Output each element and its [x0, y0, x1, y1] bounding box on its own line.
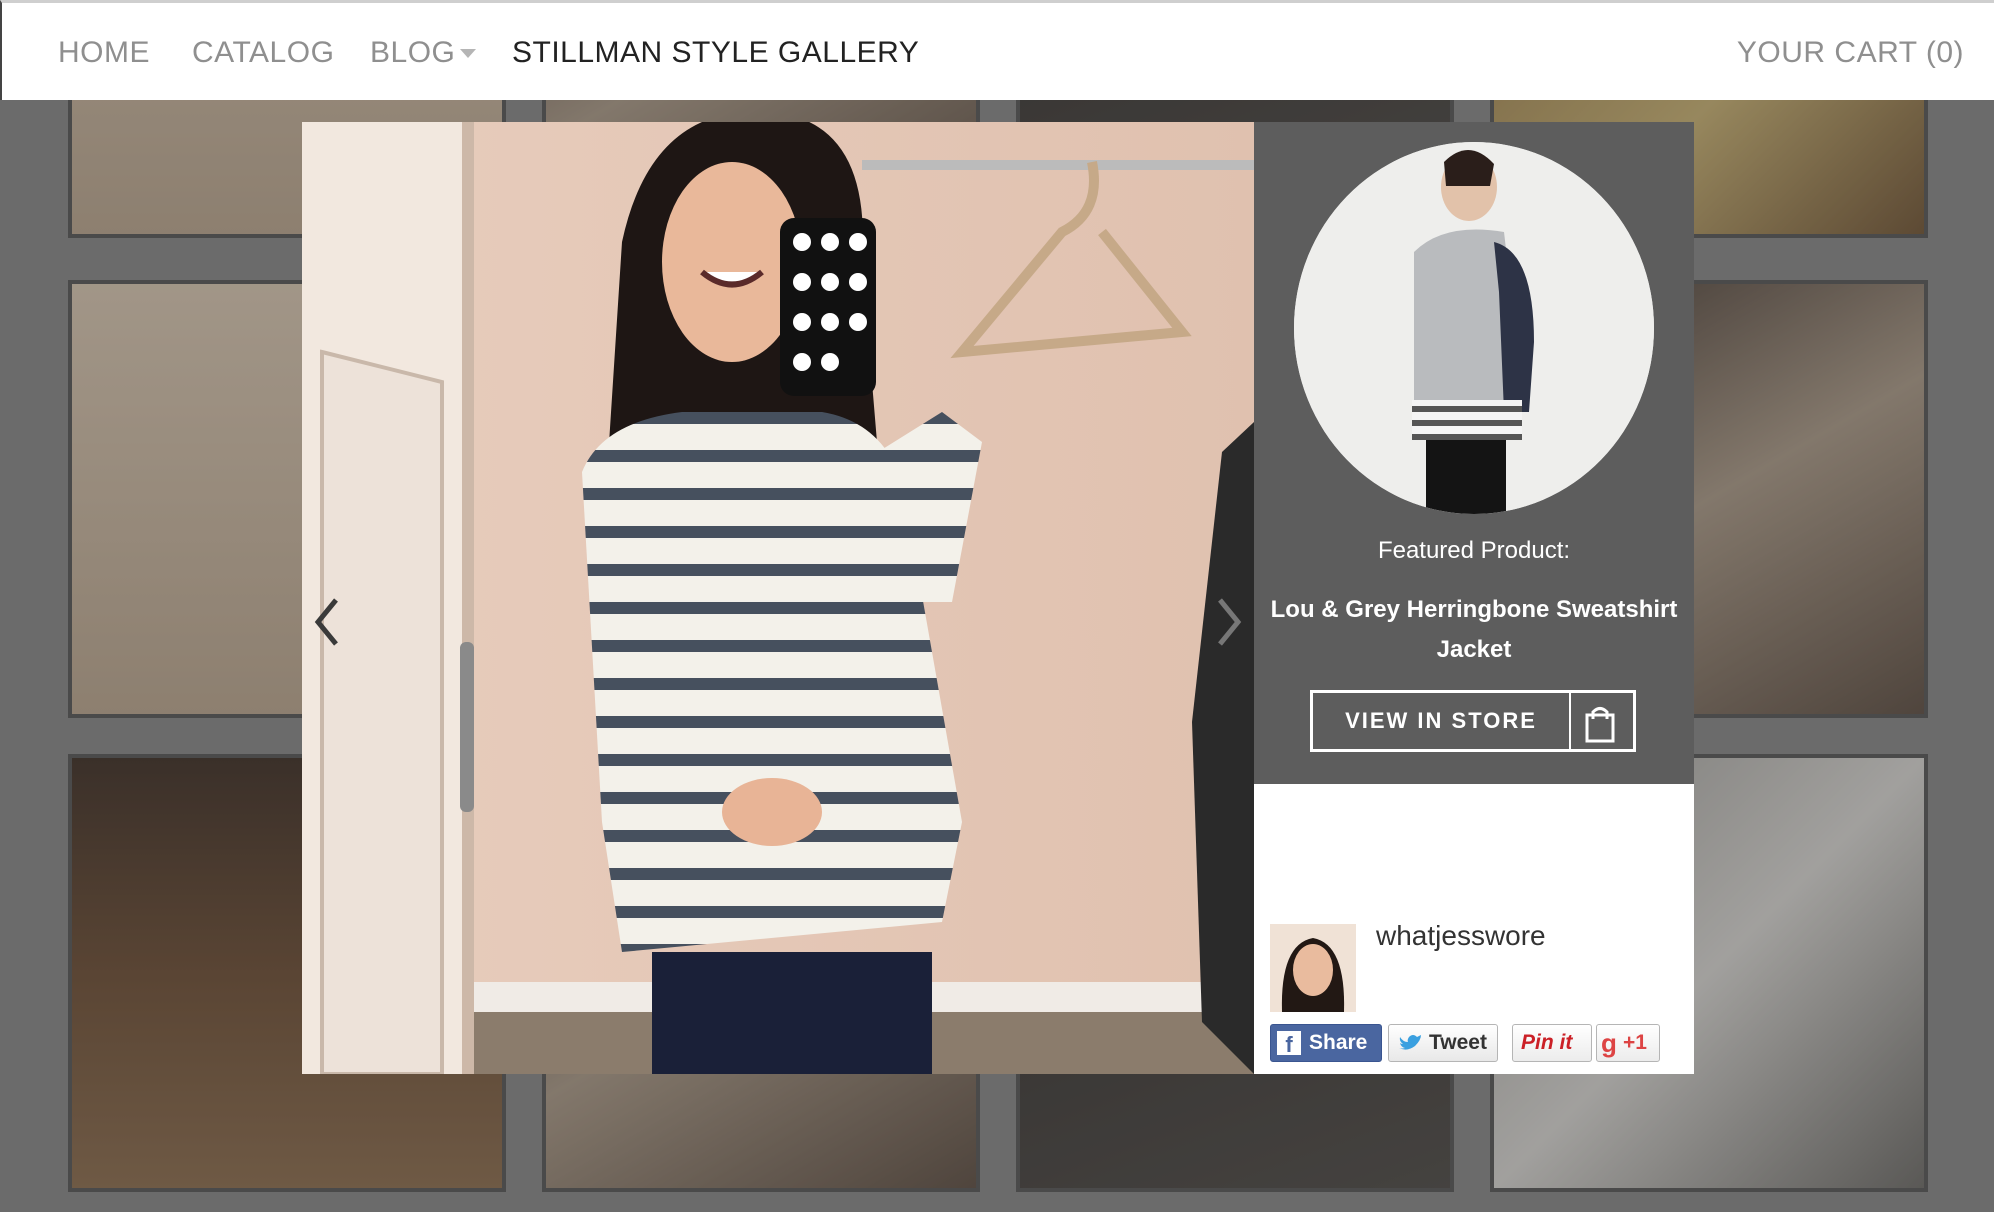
nav-home-link[interactable]: HOME [58, 36, 150, 70]
previous-photo-button[interactable] [308, 582, 348, 662]
gallery-photo [302, 122, 1254, 1074]
featured-product-label: Featured Product: [1377, 537, 1571, 564]
avatar[interactable] [1270, 924, 1356, 1012]
product-image[interactable] [1294, 142, 1654, 514]
google-plus-icon: g [1601, 1028, 1617, 1058]
pinterest-pin-label: Pin it [1521, 1031, 1573, 1054]
shopping-bag-icon [1585, 707, 1615, 743]
outfit-photo [302, 122, 1254, 1074]
product-photo [1294, 142, 1654, 514]
chevron-down-icon[interactable] [460, 49, 476, 58]
chevron-right-icon [1218, 598, 1242, 646]
facebook-share-button[interactable]: f Share [1270, 1024, 1382, 1062]
top-navigation: HOME CATALOG BLOG STILLMAN STYLE GALLERY… [0, 0, 1994, 100]
facebook-share-label: Share [1309, 1031, 1368, 1054]
featured-product-panel: Featured Product: Lou & Grey Herringbone… [1254, 122, 1694, 784]
cart-link[interactable]: YOUR CART (0) [1737, 36, 1964, 70]
nav-gallery-link[interactable]: STILLMAN STYLE GALLERY [512, 36, 919, 70]
product-sidebar: Featured Product: Lou & Grey Herringbone… [1254, 122, 1694, 1074]
chevron-left-icon [314, 598, 338, 646]
view-in-store-button[interactable]: VIEW IN STORE [1310, 690, 1636, 752]
nav-blog-link[interactable]: BLOG [370, 36, 455, 70]
twitter-bird-icon [1399, 1035, 1421, 1050]
google-plus-label: +1 [1623, 1031, 1647, 1054]
view-in-store-label: VIEW IN STORE [1313, 693, 1571, 749]
username[interactable]: whatjesswore [1376, 920, 1546, 952]
product-name[interactable]: Lou & Grey Herringbone Sweatshirt Jacket [1264, 590, 1684, 670]
facebook-icon: f [1277, 1031, 1301, 1057]
pinterest-pin-button[interactable]: Pin it [1512, 1024, 1592, 1062]
next-photo-button[interactable] [1208, 582, 1248, 662]
twitter-tweet-label: Tweet [1429, 1031, 1487, 1054]
twitter-tweet-button[interactable]: Tweet [1388, 1024, 1498, 1062]
google-plus-button[interactable]: g +1 [1596, 1024, 1660, 1062]
nav-catalog-link[interactable]: CATALOG [192, 36, 334, 70]
contributor-panel: whatjesswore f Share Tweet Pin it g +1 [1254, 784, 1694, 1074]
avatar-photo [1270, 924, 1356, 1012]
